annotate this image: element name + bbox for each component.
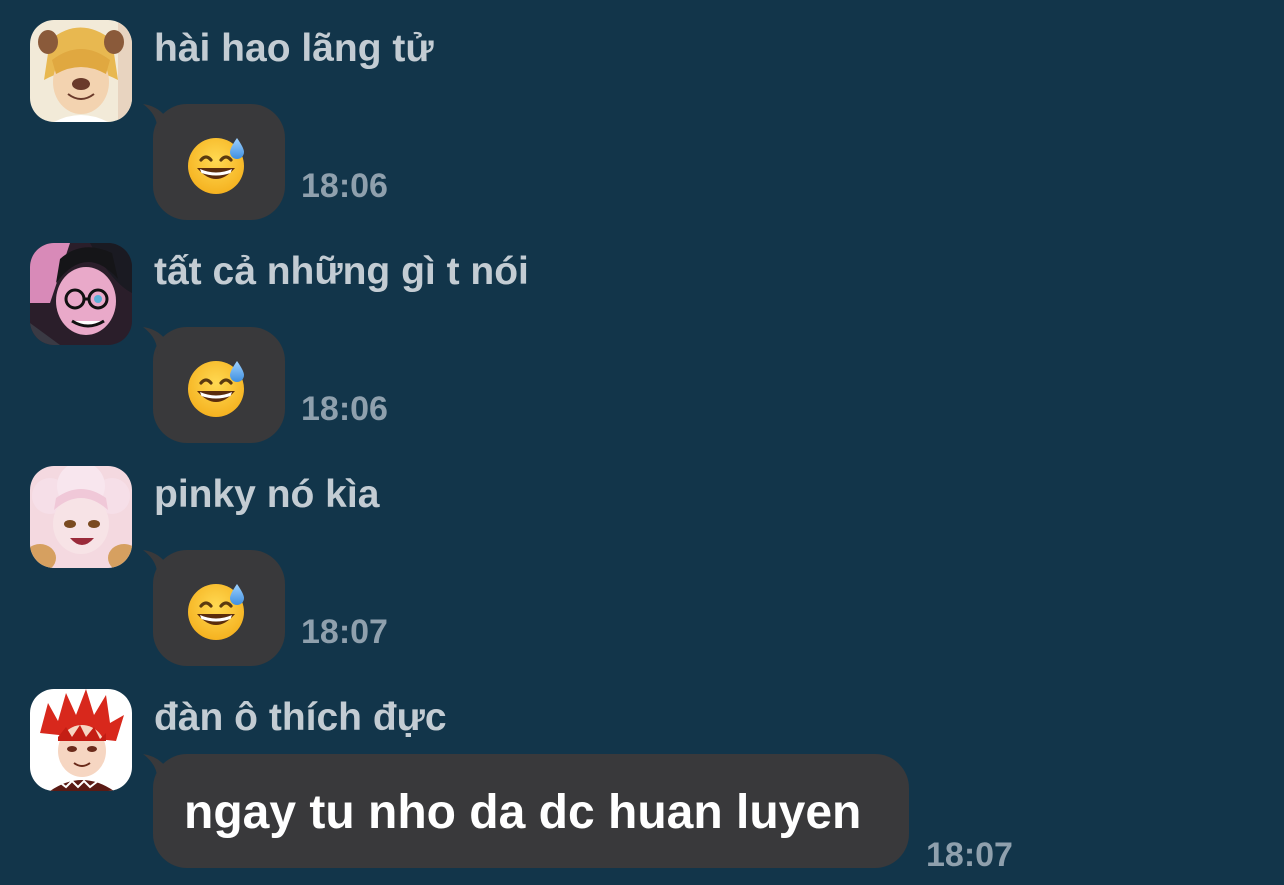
avatar-pink-hair[interactable] <box>30 466 132 568</box>
bubble-tail <box>143 548 177 578</box>
grinning-face-with-sweat-emoji <box>185 355 249 419</box>
message-bubble[interactable] <box>153 327 285 443</box>
avatar-glasses-dark-hair[interactable] <box>30 243 132 345</box>
message-bubble[interactable] <box>153 104 285 220</box>
bubble-tail <box>143 325 177 355</box>
bubble-tail <box>143 752 177 782</box>
grinning-face-with-sweat-emoji <box>185 132 249 196</box>
message-timestamp: 18:06 <box>301 167 388 205</box>
message-timestamp: 18:07 <box>926 836 1013 874</box>
message-bubble[interactable]: ngay tu nho da dc huan luyen <box>153 754 909 868</box>
message-timestamp: 18:06 <box>301 390 388 428</box>
avatar-blonde-dog-filter[interactable] <box>30 20 132 122</box>
chat-message-list[interactable]: hài hao lãng tử 18:06 tất cả những gì t … <box>0 0 1284 885</box>
sender-name: đàn ô thích đực <box>154 696 447 739</box>
bubble-tail <box>143 102 177 132</box>
message-text: ngay tu nho da dc huan luyen <box>184 786 862 839</box>
grinning-face-with-sweat-emoji <box>185 578 249 642</box>
sender-name: tất cả những gì t nói <box>154 250 529 293</box>
message-bubble[interactable] <box>153 550 285 666</box>
sender-name: pinky nó kìa <box>154 473 380 516</box>
sender-name: hài hao lãng tử <box>154 27 434 70</box>
message-timestamp: 18:07 <box>301 613 388 651</box>
avatar-red-spiky-hair[interactable] <box>30 689 132 791</box>
